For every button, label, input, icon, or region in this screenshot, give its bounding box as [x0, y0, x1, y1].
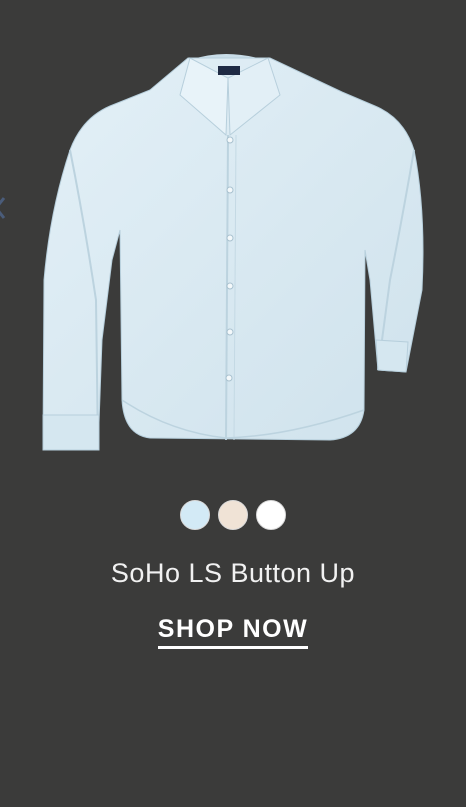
- swatch-white[interactable]: [256, 500, 286, 530]
- swatch-light-blue[interactable]: [180, 500, 210, 530]
- prev-arrow-icon[interactable]: [0, 196, 6, 220]
- product-title[interactable]: SoHo LS Button Up: [0, 558, 466, 589]
- color-swatches: [0, 500, 466, 530]
- shop-now-wrapper: SHOP NOW: [0, 614, 466, 649]
- shop-now-link[interactable]: SHOP NOW: [157, 614, 309, 649]
- product-card: SoHo LS Button Up SHOP NOW: [0, 0, 466, 807]
- product-image[interactable]: [30, 40, 435, 465]
- swatch-beige[interactable]: [218, 500, 248, 530]
